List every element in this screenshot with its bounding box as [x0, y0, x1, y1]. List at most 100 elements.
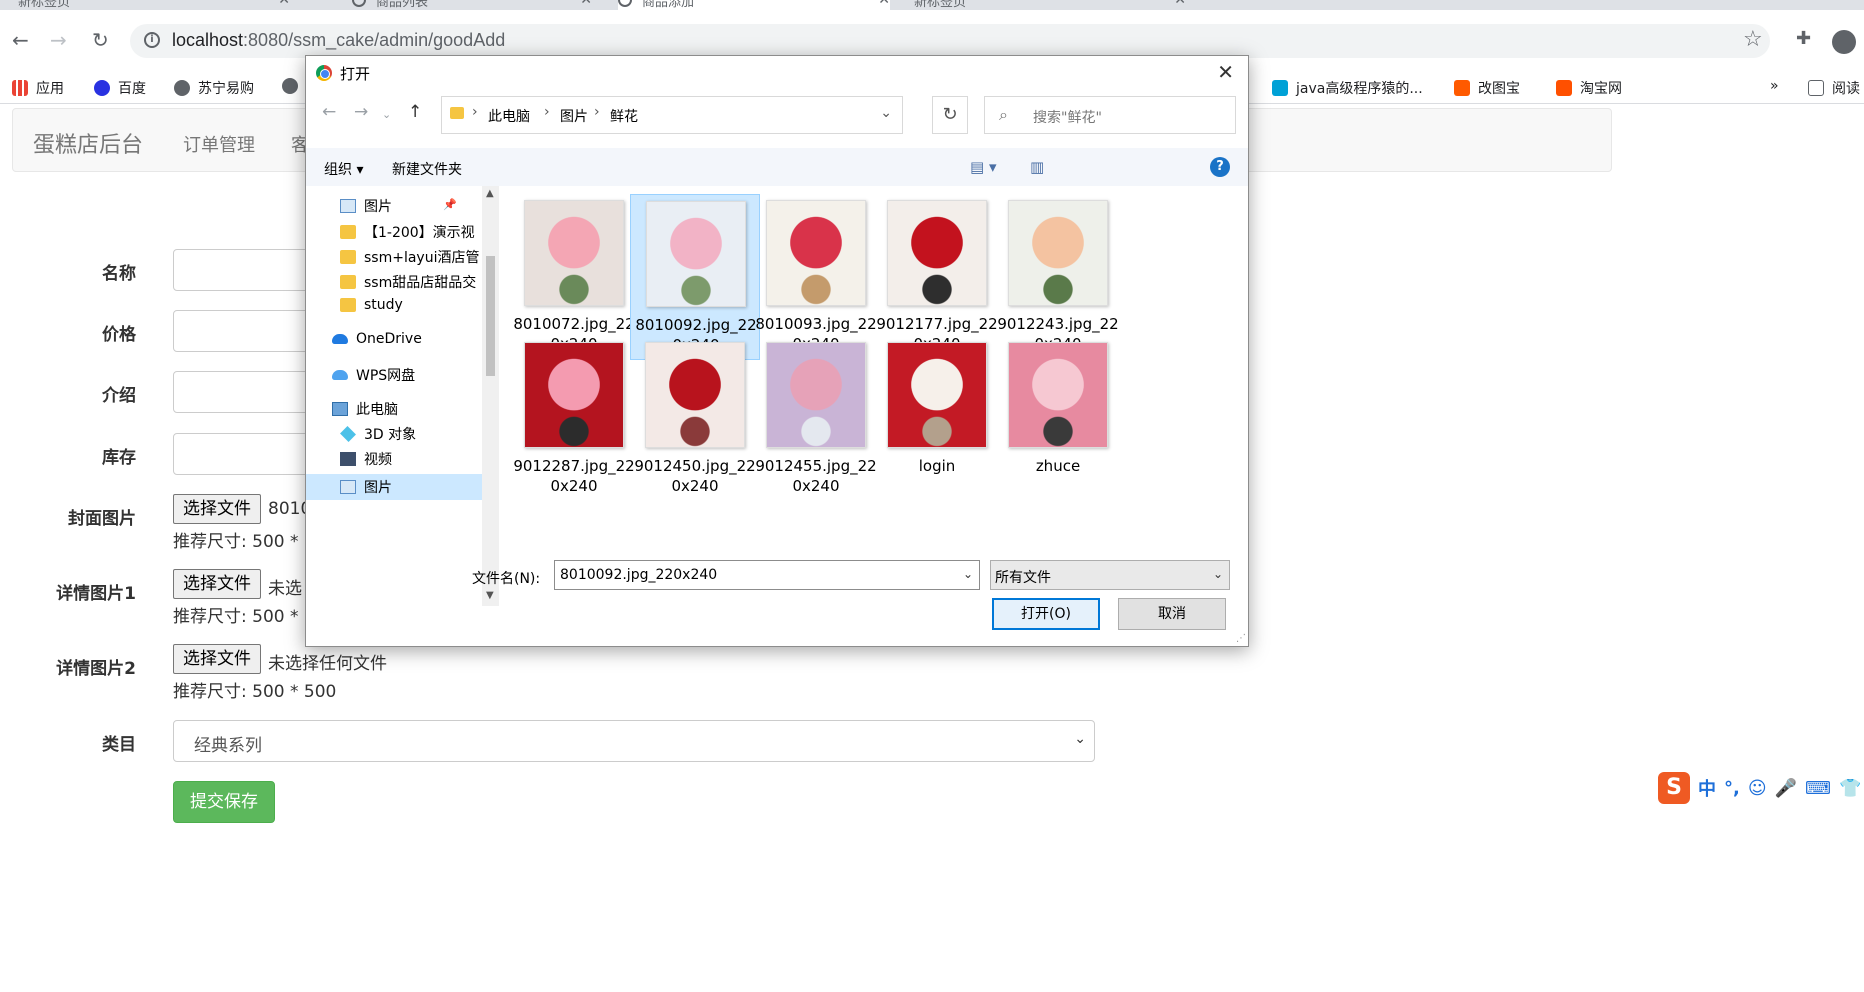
bookmark-java[interactable]: java高级程序猿的... — [1272, 78, 1423, 98]
tree-item-folder-2[interactable]: ssm+layui酒店管 — [340, 247, 479, 267]
ime-skin-icon[interactable]: 👕 — [1839, 778, 1861, 799]
up-icon[interactable]: ↑ — [408, 102, 422, 122]
tree-item-pictures-quick[interactable]: 图片 — [340, 196, 392, 216]
file-list: 8010072.jpg_220x2408010092.jpg_220x24080… — [499, 186, 1247, 602]
ime-toolbar: S 中 °, ☺ 🎤 ⌨ 👕 — [1658, 771, 1864, 805]
detail2-choose-file-button[interactable]: 选择文件 — [173, 644, 261, 674]
nav-orders[interactable]: 订单管理 — [183, 131, 255, 157]
tab-close-icon[interactable]: ✕ — [278, 0, 290, 8]
image-thumbnail — [1008, 342, 1108, 448]
tree-item-this-pc[interactable]: 此电脑 — [332, 399, 398, 419]
breadcrumb-this-pc[interactable]: 此电脑 — [488, 106, 530, 126]
filetype-select[interactable]: 所有文件 ⌄ — [990, 560, 1230, 590]
price-input[interactable] — [173, 310, 323, 352]
open-button[interactable]: 打开(O) — [992, 598, 1100, 630]
refresh-icon[interactable]: ↻ — [932, 96, 968, 134]
chevron-down-icon[interactable]: ⌄ — [880, 105, 892, 121]
filename-input[interactable]: 8010092.jpg_220x240 ⌄ — [554, 560, 980, 590]
reading-list[interactable]: 阅读 — [1808, 78, 1860, 98]
tab-goods-list[interactable]: 商品列表 ✕ — [352, 0, 592, 10]
submit-save-button[interactable]: 提交保存 — [173, 781, 275, 823]
chrome-icon — [316, 65, 332, 81]
intro-input[interactable] — [173, 371, 323, 413]
tree-item-pictures[interactable]: 图片 — [306, 474, 482, 500]
reload-icon[interactable]: ↻ — [92, 30, 109, 50]
chevron-down-icon[interactable]: ⌄ — [963, 567, 973, 581]
filename-label: 文件名(N): — [472, 571, 541, 587]
breadcrumb-flowers[interactable]: 鲜花 — [610, 106, 638, 126]
site-info-icon[interactable]: i — [144, 32, 160, 48]
bookmark-star-icon[interactable]: ☆ — [1743, 27, 1763, 52]
file-item[interactable]: login — [872, 336, 1002, 502]
address-bar[interactable]: i localhost:8080/ssm_cake/admin/goodAdd — [130, 24, 1770, 58]
ime-emoji-icon[interactable]: ☺ — [1748, 778, 1767, 799]
search-icon: ⌕ — [999, 105, 1008, 124]
pictures-icon — [340, 199, 356, 213]
back-icon[interactable]: ← — [322, 102, 336, 122]
ime-punctuation-icon[interactable]: °, — [1724, 778, 1740, 799]
image-thumbnail — [524, 200, 624, 306]
tree-item-wps[interactable]: WPS网盘 — [332, 365, 415, 385]
pin-icon: 📌 — [443, 198, 457, 211]
tree-item-videos[interactable]: 视频 — [340, 449, 392, 469]
tab-goods-add[interactable]: 商品添加 ✕ — [618, 0, 890, 10]
bookmark-apps[interactable]: 应用 — [12, 78, 64, 98]
extensions-icon[interactable]: ✚ — [1796, 28, 1811, 49]
file-item[interactable]: zhuce — [993, 336, 1123, 502]
stock-input[interactable] — [173, 433, 323, 475]
chevron-down-icon: ⌄ — [1074, 731, 1086, 747]
tab-close-icon[interactable]: ✕ — [580, 0, 592, 8]
cancel-button[interactable]: 取消 — [1118, 598, 1226, 630]
tree-item-folder-1[interactable]: 【1-200】演示视 — [340, 222, 475, 242]
detail1-choose-file-button[interactable]: 选择文件 — [173, 569, 261, 599]
bookmarks-overflow[interactable]: » — [1770, 78, 1779, 94]
category-select[interactable]: 经典系列 ⌄ — [173, 720, 1095, 762]
tab-close-icon[interactable]: ✕ — [878, 0, 890, 8]
forward-icon[interactable]: → — [50, 30, 67, 50]
tab-title: 新标签页 — [18, 0, 71, 10]
search-input[interactable]: ⌕ 搜索"鲜花" — [984, 96, 1236, 134]
brand-title[interactable]: 蛋糕店后台 — [33, 127, 143, 159]
tab-close-icon[interactable]: ✕ — [1174, 0, 1186, 8]
new-folder-button[interactable]: 新建文件夹 — [392, 159, 462, 179]
bookmark-suning[interactable]: 苏宁易购 — [174, 78, 254, 98]
sogou-logo-icon[interactable]: S — [1658, 772, 1690, 804]
bookmark-baidu[interactable]: 百度 — [94, 78, 146, 98]
bookmark-globe[interactable] — [282, 78, 306, 94]
tab-new-2[interactable]: 新标签页 ✕ — [914, 0, 1186, 10]
resize-grip-icon[interactable]: ⋰ — [1236, 633, 1246, 644]
bookmark-gaitubao[interactable]: 改图宝 — [1454, 78, 1520, 98]
change-view-icon[interactable]: ▤ ▾ — [970, 158, 996, 176]
file-item[interactable]: 9012450.jpg_220x240 — [630, 336, 760, 502]
forward-icon[interactable]: → — [354, 102, 368, 122]
back-icon[interactable]: ← — [12, 30, 29, 50]
ime-chinese-mode[interactable]: 中 — [1698, 775, 1716, 801]
scrollbar-thumb[interactable] — [486, 256, 495, 376]
tree-item-folder-3[interactable]: ssm甜品店甜品交 — [340, 272, 476, 292]
file-item[interactable]: 9012455.jpg_220x240 — [751, 336, 881, 502]
close-icon[interactable]: ✕ — [1217, 60, 1234, 84]
bookmark-taobao[interactable]: 淘宝网 — [1556, 78, 1622, 98]
cover-choose-file-button[interactable]: 选择文件 — [173, 494, 261, 524]
organize-button[interactable]: 组织 ▾ — [324, 159, 363, 179]
tab-title: 商品列表 — [376, 0, 429, 10]
address-breadcrumb[interactable]: › 此电脑 › 图片 › 鲜花 ⌄ — [441, 96, 903, 134]
recent-locations-icon[interactable]: ⌄ — [382, 108, 391, 121]
preview-pane-icon[interactable]: ▥ — [1030, 158, 1044, 176]
tree-item-3d-objects[interactable]: 3D 对象 — [340, 424, 416, 444]
tab-new-1[interactable]: 新标签页 ✕ — [18, 0, 290, 10]
scroll-down-icon[interactable]: ▼ — [486, 590, 494, 601]
file-item[interactable]: 9012287.jpg_220x240 — [509, 336, 639, 502]
profile-avatar[interactable] — [1832, 30, 1856, 54]
ime-keyboard-icon[interactable]: ⌨ — [1805, 778, 1831, 799]
ime-voice-icon[interactable]: 🎤 — [1775, 778, 1797, 799]
scroll-up-icon[interactable]: ▲ — [486, 188, 494, 199]
navigation-scrollbar[interactable]: ▲ ▼ — [482, 186, 499, 606]
breadcrumb-pictures[interactable]: 图片 — [560, 106, 588, 126]
name-input[interactable] — [173, 249, 323, 291]
globe-icon — [282, 78, 298, 94]
tree-item-onedrive[interactable]: OneDrive — [332, 331, 422, 347]
wps-cloud-icon — [332, 370, 348, 380]
help-icon[interactable]: ? — [1210, 157, 1230, 177]
tree-item-study[interactable]: study — [340, 297, 403, 313]
